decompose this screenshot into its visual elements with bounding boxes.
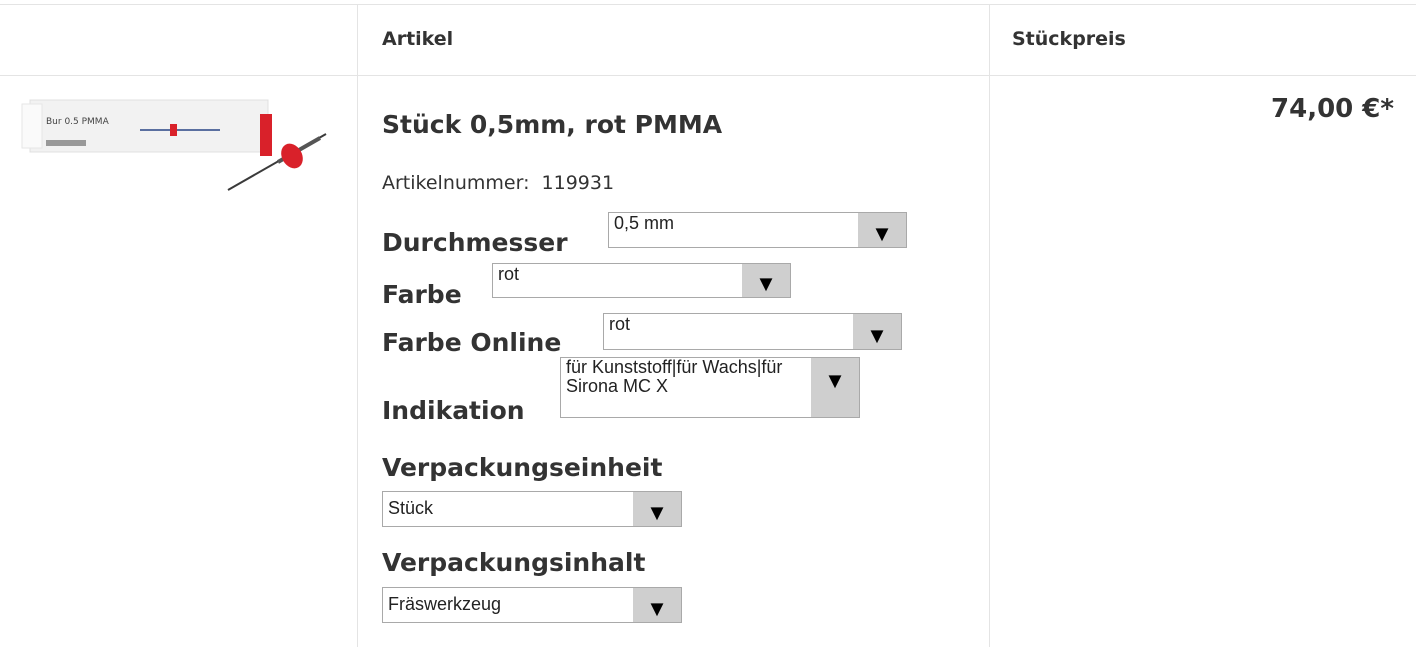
select-indikation-button[interactable]: ▼ [811,358,859,417]
article-number: Artikelnummer: 119931 [382,172,614,194]
chevron-down-icon: ▼ [646,596,668,621]
select-durchmesser-value: 0,5 mm [614,213,675,233]
select-farbe[interactable]: rot ▼ [492,263,791,298]
column-divider-1 [357,4,358,647]
option-label-durchmesser: Durchmesser [382,228,568,257]
chevron-down-icon: ▼ [871,221,893,246]
select-verpackungseinheit[interactable]: Stück ▼ [382,491,682,527]
select-farbe-online[interactable]: rot ▼ [603,313,902,350]
table-header-divider [0,75,1416,76]
article-number-label: Artikelnummer: [382,172,530,194]
product-title[interactable]: Stück 0,5mm, rot PMMA [382,110,722,139]
package-label-text: Bur 0.5 PMMA [46,117,110,127]
select-verpackungseinheit-button[interactable]: ▼ [633,492,681,526]
chevron-down-icon: ▼ [646,500,668,525]
option-label-farbe-online: Farbe Online [382,328,562,357]
chevron-down-icon: ▼ [866,323,888,348]
select-durchmesser-button[interactable]: ▼ [858,213,906,247]
product-image[interactable]: Bur 0.5 PMMA [20,94,340,194]
select-indikation[interactable]: für Kunststoff|für Wachs|für Sirona MC X… [560,357,860,418]
select-verpackungsinhalt-value: Fräswerkzeug [388,594,502,614]
unit-price: 74,00 €* [1271,94,1394,124]
option-label-farbe: Farbe [382,280,462,309]
cart-table: Artikel Stückpreis Bur 0.5 PMMA Stück 0,… [0,0,1416,647]
chevron-down-icon: ▼ [824,368,846,393]
option-label-verpackungseinheit: Verpackungseinheit [382,453,663,482]
column-divider-2 [989,4,990,647]
option-label-indikation: Indikation [382,396,525,425]
article-number-value: 119931 [541,172,615,194]
option-label-verpackungsinhalt: Verpackungsinhalt [382,548,646,577]
table-top-border [0,4,1416,5]
select-farbe-button[interactable]: ▼ [742,264,790,297]
column-header-stueckpreis: Stückpreis [1012,28,1126,50]
select-farbe-online-value: rot [609,314,631,334]
select-durchmesser[interactable]: 0,5 mm ▼ [608,212,907,248]
chevron-down-icon: ▼ [755,271,777,296]
select-verpackungsinhalt[interactable]: Fräswerkzeug ▼ [382,587,682,623]
column-header-artikel: Artikel [382,28,454,50]
select-verpackungseinheit-value: Stück [388,498,434,518]
select-verpackungsinhalt-button[interactable]: ▼ [633,588,681,622]
select-farbe-value: rot [498,264,520,284]
select-indikation-value: für Kunststoff|für Wachs|für Sirona MC X [566,357,783,396]
select-farbe-online-button[interactable]: ▼ [853,314,901,349]
